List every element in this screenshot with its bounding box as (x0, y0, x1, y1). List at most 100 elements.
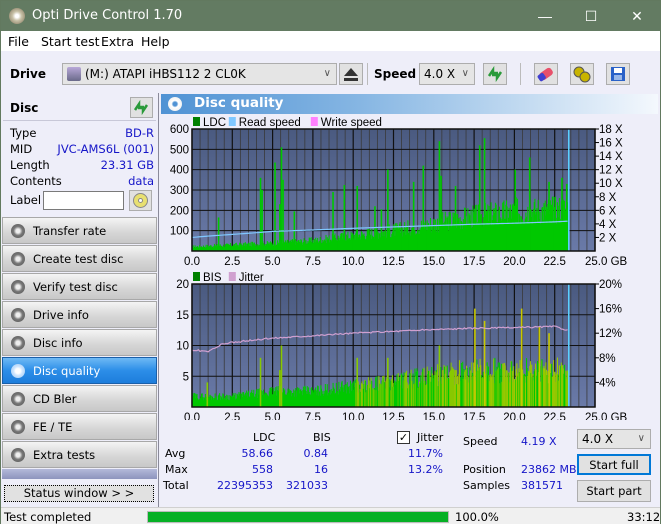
ldc-spike (514, 169, 516, 251)
x-tick-label: 22.5 (544, 412, 566, 420)
ldc-spike (440, 175, 442, 251)
samples-label: Samples (463, 479, 510, 492)
bis-spike (474, 308, 476, 407)
nav-transfer-rate[interactable]: Transfer rate (2, 217, 157, 244)
legend-swatch (193, 272, 200, 281)
x-tick-label: 17.5 (463, 256, 485, 265)
maximize-button[interactable]: ☐ (568, 1, 614, 31)
x-tick-label: 0.0 (184, 256, 200, 265)
refresh-button[interactable] (483, 63, 507, 85)
ldc-spike (280, 147, 283, 251)
drive-select[interactable]: (M:) ATAPI iHBS112 2 CL0K ∨ (62, 63, 337, 85)
legend-label: Jitter (239, 272, 264, 284)
nav-label: CD Bler (33, 392, 77, 406)
menu-start-test[interactable]: Start test (41, 34, 100, 49)
bis-spike (206, 382, 209, 407)
disc-icon (133, 193, 148, 208)
test-speed-value: 4.0 X (582, 432, 614, 446)
menu-file[interactable]: File (8, 34, 29, 49)
verify-disc-icon (11, 280, 25, 294)
nav-drive-info[interactable]: Drive info (2, 301, 157, 328)
ldc-spike (528, 157, 531, 251)
y-tick-label-right: 20% (599, 279, 622, 291)
speed-label: Speed (374, 67, 417, 81)
y-tick-label-left: 20 (176, 279, 189, 291)
drive-icon (67, 67, 81, 81)
jitter-checkbox[interactable]: ✓ (397, 431, 410, 444)
y-tick-label-left: 300 (170, 185, 189, 197)
start-part-button[interactable]: Start part (577, 480, 651, 502)
drive-label: Drive (10, 67, 46, 81)
speed-value: 4.0 X (424, 67, 456, 81)
x-tick-label: 7.5 (305, 256, 321, 265)
nav-extra-tests[interactable]: Extra tests (2, 441, 157, 468)
stats-max-jitter: 13.2% (408, 463, 443, 476)
y-tick-label-left: 10 (176, 341, 189, 353)
ldc-spike (279, 204, 281, 251)
ldc-spike (565, 183, 568, 251)
ldc-spike (387, 169, 389, 251)
bis-spike (520, 308, 523, 407)
window-title: Opti Drive Control 1.70 (32, 8, 183, 23)
legend-label: Read speed (239, 117, 301, 129)
bis-spike (387, 357, 389, 407)
extra-tests-icon (11, 448, 25, 462)
cd-bler-icon (11, 392, 25, 406)
disc-quality-icon (168, 97, 182, 111)
stats-avg-label: Avg (165, 447, 186, 460)
close-button[interactable]: ✕ (614, 1, 660, 31)
disc-refresh-button[interactable] (130, 97, 153, 118)
menu-help[interactable]: Help (141, 34, 170, 49)
test-speed-select[interactable]: 4.0 X ∨ (577, 429, 651, 449)
y-tick-label-right: 12% (599, 328, 622, 340)
legend-label: LDC (203, 117, 226, 129)
nav-cd-bler[interactable]: CD Bler (2, 385, 157, 412)
nav-spacer (2, 469, 157, 479)
stats-avg-bis: 0.84 (303, 447, 329, 460)
bis-spike (280, 345, 283, 407)
x-tick-label: 0.0 (184, 412, 200, 420)
y-tick-label-right: 16 X (599, 138, 623, 150)
legend-swatch (193, 117, 200, 126)
start-full-button[interactable]: Start full (577, 454, 651, 475)
y-tick-label-left: 400 (170, 165, 189, 177)
erase-button[interactable] (534, 63, 558, 85)
disc-label-input[interactable] (43, 191, 124, 210)
settings-button[interactable] (570, 63, 594, 85)
disc-quality-icon (11, 364, 25, 378)
disc-mid-row: MID JVC-AMS6L (001) (10, 142, 154, 158)
nav-disc-quality[interactable]: Disc quality (2, 357, 157, 384)
disc-label-key: Label (10, 193, 42, 207)
progress-fill (148, 512, 448, 522)
disc-quality-panel: Disc quality 100 200 300 400 500 600 2 X4 X 6 X… (158, 93, 660, 507)
save-icon (611, 67, 625, 81)
status-window-button[interactable]: Status window > > (4, 485, 154, 502)
ldc-spike (422, 165, 425, 251)
ldc-spike (259, 177, 262, 251)
nav-label: Disc quality (33, 364, 101, 378)
speed-select[interactable]: 4.0 X ∨ (419, 63, 475, 85)
nav-verify-test-disc[interactable]: Verify test disc (2, 273, 157, 300)
x-tick-label: 5.0 (265, 256, 281, 265)
menu-extra[interactable]: Extra (101, 34, 134, 49)
minimize-button[interactable]: — (522, 1, 568, 31)
ldc-spike (343, 184, 346, 251)
disc-label-button[interactable] (129, 190, 152, 211)
stats-avg-jitter: 11.7% (408, 447, 443, 460)
y-tick-label-left: 100 (170, 226, 189, 238)
status-bar: Test completed 100.0% 33:12 (1, 507, 660, 524)
ldc-spike (454, 185, 457, 251)
fe-te-icon (11, 420, 25, 434)
nav-fe-te[interactable]: FE / TE (2, 413, 157, 440)
toolbar: Drive (M:) ATAPI iHBS112 2 CL0K ∨ Speed … (1, 51, 660, 93)
nav-disc-info[interactable]: Disc info (2, 329, 157, 356)
drive-value: (M:) ATAPI iHBS112 2 CL0K (85, 67, 246, 81)
bis-spike (483, 320, 486, 407)
y-tick-label-left: 5 (183, 371, 189, 383)
bis-spike (259, 357, 262, 407)
disc-type-row: Type BD-R (10, 126, 154, 142)
save-button[interactable] (606, 63, 630, 85)
disc-contents-key: Contents (10, 174, 62, 188)
nav-create-test-disc[interactable]: Create test disc (2, 245, 157, 272)
eject-button[interactable] (339, 63, 363, 85)
